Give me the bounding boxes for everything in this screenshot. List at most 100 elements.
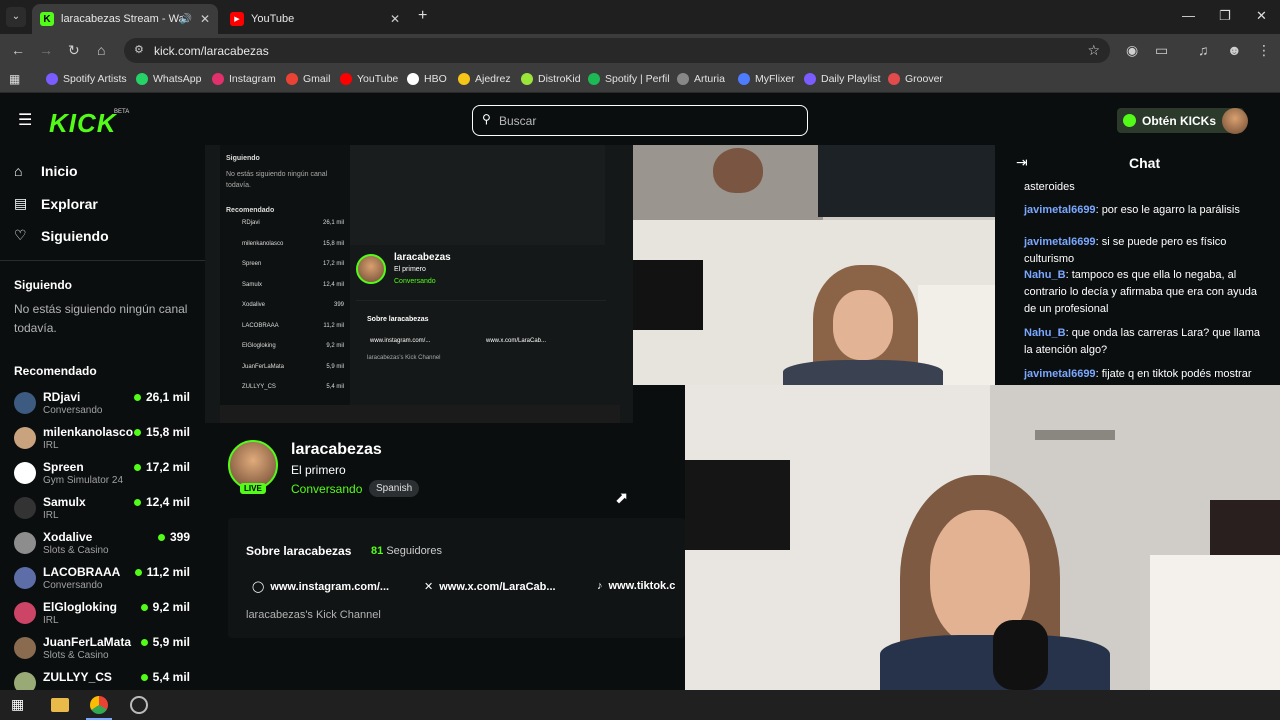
site-info-icon[interactable]: ⚙ (134, 43, 144, 56)
menu-dots-icon[interactable]: ⋮ (1257, 42, 1271, 59)
bookmark-favicon-icon (521, 73, 533, 85)
preview-recommended-item: LACOBRAAA 11,2 mil (242, 323, 350, 329)
kick-logo[interactable]: KICK (49, 108, 117, 139)
app-icon[interactable] (130, 696, 148, 714)
tab-search-button[interactable]: ⌄ (6, 7, 26, 27)
bookmark-favicon-icon (458, 73, 470, 85)
person-face (833, 290, 893, 360)
collapse-chat-icon[interactable]: ⇥ (1016, 154, 1028, 171)
profile-icon[interactable]: ☻ (1227, 42, 1242, 58)
bookmark-item[interactable]: WhatsApp (136, 73, 201, 85)
channel-name: milenkanolasco (43, 425, 134, 439)
webcam-feed-main (685, 385, 1280, 690)
bookmark-favicon-icon (212, 73, 224, 85)
bookmark-item[interactable]: Gmail (286, 73, 330, 85)
file-explorer-icon[interactable] (51, 698, 69, 712)
bookmark-item[interactable]: Spotify | Perfil (588, 73, 670, 85)
sidebar-recommended-item[interactable]: Xodalive Slots & Casino 399 (14, 530, 194, 564)
new-tab-icon[interactable]: + (418, 7, 427, 25)
sidebar-item-explorar[interactable]: ▤ Explorar (14, 195, 98, 212)
bookmark-label: Spotify | Perfil (605, 73, 670, 85)
bookmark-item[interactable]: Groover (888, 73, 943, 85)
bookmark-item[interactable]: DistroKid (521, 73, 581, 85)
bookmark-item[interactable]: MyFlixer (738, 73, 795, 85)
webcam-feed-top (633, 145, 995, 385)
avatar (14, 567, 36, 589)
shelf-items (1210, 500, 1280, 555)
channel-name: LACOBRAAA (43, 565, 121, 579)
minimize-icon[interactable]: — (1182, 8, 1195, 23)
bookmark-item[interactable]: Instagram (212, 73, 276, 85)
kicks-icon (1123, 114, 1136, 127)
windows-start-icon[interactable]: ▦ (11, 696, 29, 714)
chat-username[interactable]: Nahu_B (1024, 327, 1066, 339)
back-icon[interactable]: ← (11, 42, 25, 58)
preview-top-panel (350, 145, 605, 245)
close-window-icon[interactable]: ✕ (1256, 8, 1267, 24)
url-text: kick.com/laracabezas (154, 44, 269, 58)
x-link[interactable]: ✕ www.x.com/LaraCab... (424, 580, 556, 593)
search-input[interactable]: ⚲ Buscar (472, 105, 808, 136)
beta-label: BETA (114, 109, 130, 115)
stream-category[interactable]: Conversando (291, 482, 362, 496)
url-field[interactable]: ⚙ kick.com/laracabezas ☆ (124, 38, 1110, 63)
extensions-icon[interactable]: ◉ (1126, 42, 1138, 59)
sidebar-recommended-item[interactable]: LACOBRAAA Conversando 11,2 mil (14, 565, 194, 599)
tab-youtube[interactable]: ▶ YouTube ✕ (222, 4, 408, 34)
preview-link: www.x.com/LaraCab... (486, 338, 547, 344)
chat-username[interactable]: javimetal6699 (1024, 368, 1096, 380)
preview-recommended-item: ZULLYY_CS 5,4 mil (242, 384, 350, 390)
forward-icon[interactable]: → (39, 42, 53, 58)
bookmark-favicon-icon (677, 73, 689, 85)
preview-viewers: 12,4 mil (322, 281, 344, 288)
sidebar-recommended-item[interactable]: JuanFerLaMata Slots & Casino 5,9 mil (14, 635, 194, 669)
audio-icon[interactable]: 🔊 (180, 14, 192, 25)
instagram-link[interactable]: ◯ www.instagram.com/... (252, 580, 389, 593)
close-icon[interactable]: ✕ (200, 12, 210, 26)
cabinet (1150, 555, 1280, 690)
chat-text: por eso le agarro la parálisis (1101, 204, 1240, 216)
chat-text: fijate q en tiktok podés mostrar (1101, 368, 1252, 380)
chat-username[interactable]: javimetal6699 (1024, 204, 1096, 216)
chrome-icon[interactable] (90, 696, 108, 714)
channel-name[interactable]: laracabezas (291, 441, 382, 459)
hamburger-menu-icon[interactable]: ☰ (18, 110, 32, 130)
sidebar-recommended-item[interactable]: milenkanolasco IRL 15,8 mil (14, 425, 194, 459)
tab-kick-stream[interactable]: K laracabezas Stream - Watch 🔊 ✕ (32, 4, 218, 34)
chat-username[interactable]: Nahu_B (1024, 269, 1066, 281)
media-icon[interactable]: ♫ (1198, 42, 1209, 58)
address-toolbar: ← → ↻ ⌂ ⚙ kick.com/laracabezas ☆ ◉ ▭ ♫ ☻… (0, 34, 1280, 67)
bookmark-item[interactable]: YouTube (340, 73, 398, 85)
bookmark-favicon-icon (46, 73, 58, 85)
tiktok-link[interactable]: ♪ www.tiktok.c (597, 580, 685, 592)
preview-name: ElGlogloking (242, 343, 276, 349)
avatar[interactable] (1222, 108, 1248, 134)
sidebar-recommended-item[interactable]: Spreen Gym Simulator 24 17,2 mil (14, 460, 194, 494)
bookmark-item[interactable]: Daily Playlist (804, 73, 881, 85)
sidebar-item-inicio[interactable]: ⌂ Inicio (14, 163, 78, 179)
close-icon[interactable]: ✕ (390, 12, 400, 26)
preview-viewers: 26,1 mil (322, 220, 344, 226)
home-icon[interactable]: ⌂ (97, 42, 105, 58)
sidebar-recommended-item[interactable]: Samulx IRL 12,4 mil (14, 495, 194, 529)
restore-icon[interactable]: ❐ (1219, 8, 1231, 24)
heart-icon: ♡ (14, 227, 27, 243)
sidebar-recommended-item[interactable]: RDjavi Conversando 26,1 mil (14, 390, 194, 424)
bookmark-item[interactable]: Ajedrez (458, 73, 511, 85)
channel-category: IRL (43, 510, 59, 521)
sidebar-item-siguiendo[interactable]: ♡ Siguiendo (14, 227, 109, 244)
bookmark-label: Gmail (303, 73, 331, 85)
bookmark-star-icon[interactable]: ☆ (1087, 42, 1100, 59)
wallet-icon[interactable]: ▭ (1155, 42, 1168, 59)
sidebar-recommended-item[interactable]: ElGlogloking IRL 9,2 mil (14, 600, 194, 634)
search-icon: ⚲ (482, 112, 491, 126)
apps-grid-icon[interactable]: ▦ (9, 72, 20, 86)
bookmark-item[interactable]: HBO (407, 73, 447, 85)
avatar (14, 637, 36, 659)
bookmark-item[interactable]: Spotify Artists (46, 73, 127, 85)
language-tag[interactable]: Spanish (369, 480, 420, 497)
youtube-favicon: ▶ (230, 12, 244, 26)
bookmark-item[interactable]: Arturia (677, 73, 725, 85)
reload-icon[interactable]: ↻ (68, 42, 80, 59)
chat-username[interactable]: javimetal6699 (1024, 236, 1096, 248)
